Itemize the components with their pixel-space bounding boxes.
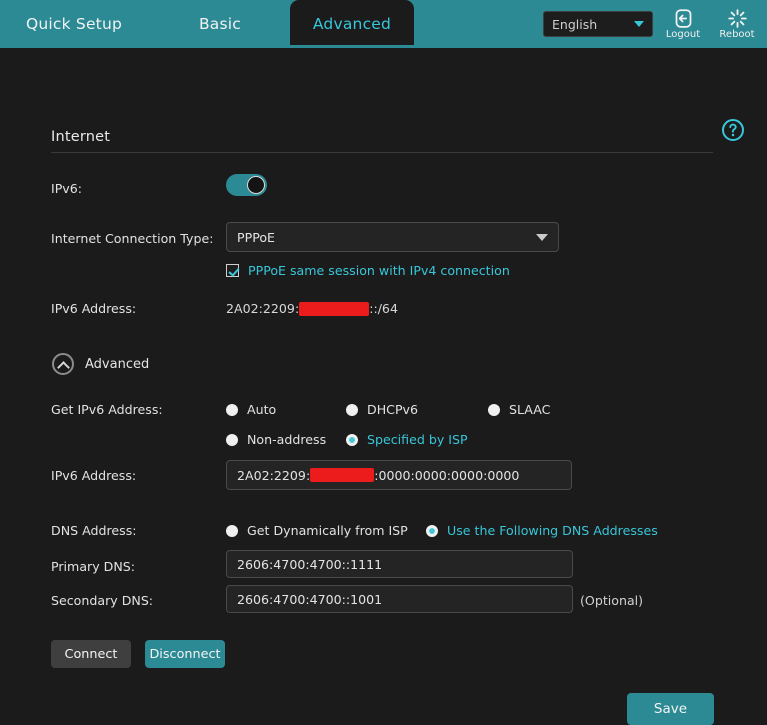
secondary-dns-optional-note: (Optional) [580,593,644,608]
reboot-icon [727,8,748,29]
reboot-label: Reboot [719,29,755,40]
ipv6-input-suffix: :0000:0000:0000:0000 [374,467,520,483]
primary-dns-value: 2606:4700:4700::1111 [237,556,383,572]
chevron-down-icon [634,21,644,27]
save-button[interactable]: Save [627,693,714,725]
connection-type-value: PPPoE [237,229,275,245]
chevron-down-icon [536,233,548,241]
primary-dns-input[interactable]: 2606:4700:4700::1111 [226,550,573,578]
connect-button[interactable]: Connect [51,640,131,668]
radio-dns-manual-label: Use the Following DNS Addresses [447,523,658,538]
radio-dns-dynamic[interactable]: Get Dynamically from ISP [226,523,408,538]
radio-icon [226,433,238,446]
radio-specified-by-isp[interactable]: Specified by ISP [346,432,468,447]
ipv6-address-display-label: IPv6 Address: [51,301,137,316]
tab-quick-setup-label: Quick Setup [25,15,123,33]
content-area: Internet IPv6: Internet Connection Type:… [0,48,767,725]
checkbox-icon [226,264,239,277]
radio-dhcpv6-label: DHCPv6 [367,402,419,417]
top-bar-actions: English Logout Reboot [543,0,767,48]
radio-icon [226,403,238,416]
reboot-button[interactable]: Reboot [713,0,761,48]
advanced-section-label: Advanced [85,356,150,372]
tab-advanced-label: Advanced [312,15,392,33]
radio-dhcpv6[interactable]: DHCPv6 [346,402,418,417]
radio-icon [346,403,358,416]
radio-non-address-label: Non-address [247,432,327,447]
logout-button[interactable]: Logout [659,0,707,48]
tab-basic[interactable]: Basic [170,0,270,48]
ipv6-address-suffix: ::/64 [369,301,398,316]
primary-dns-label: Primary DNS: [51,559,136,574]
radio-dns-manual[interactable]: Use the Following DNS Addresses [426,523,658,538]
radio-specified-by-isp-label: Specified by ISP [367,432,468,447]
radio-icon-selected [346,433,358,446]
logout-label: Logout [665,29,701,40]
ipv6-address-input-label: IPv6 Address: [51,468,137,483]
ipv6-enable-label: IPv6: [51,181,83,196]
radio-dns-dynamic-label: Get Dynamically from ISP [247,523,408,538]
disconnect-button-label: Disconnect [149,646,221,662]
radio-icon-selected [426,524,438,537]
save-button-label: Save [653,701,688,717]
ipv6-enable-toggle[interactable] [226,174,267,196]
connect-button-label: Connect [64,646,118,662]
ipv6-address-display-value: 2A02:2209:::/64 [226,301,398,316]
pppoe-same-session-checkbox[interactable]: PPPoE same session with IPv4 connection [226,263,510,278]
help-circle-icon [721,119,745,146]
toggle-knob [247,176,265,194]
disconnect-button[interactable]: Disconnect [145,640,225,668]
tab-advanced[interactable]: Advanced [290,0,414,48]
radio-slaac-label: SLAAC [509,402,551,417]
radio-slaac[interactable]: SLAAC [488,402,550,417]
secondary-dns-input[interactable]: 2606:4700:4700::1001 [226,585,573,613]
chevron-up-circle-icon [52,353,74,375]
secondary-dns-value: 2606:4700:4700::1001 [237,591,383,607]
secondary-dns-label: Secondary DNS: [51,593,154,608]
radio-icon [226,524,238,537]
ipv6-address-input[interactable]: 2A02:2209: :0000:0000:0000:0000 [226,460,572,490]
help-button[interactable] [721,118,745,142]
nav-tabs: Quick Setup Basic Advanced [0,0,414,48]
connection-type-select[interactable]: PPPoE [226,222,559,252]
logout-icon [673,8,694,29]
get-ipv6-address-label: Get IPv6 Address: [51,402,163,417]
redaction-bar [299,301,370,316]
radio-icon [488,403,500,416]
redaction-bar [310,468,375,482]
tab-quick-setup[interactable]: Quick Setup [10,0,138,48]
ipv6-input-prefix: 2A02:2209: [237,467,311,483]
page-title: Internet [51,129,111,145]
dns-address-label: DNS Address: [51,523,137,538]
tab-basic-label: Basic [198,15,242,33]
language-select-value: English [552,16,598,32]
radio-non-address[interactable]: Non-address [226,432,326,447]
radio-auto[interactable]: Auto [226,402,276,417]
section-divider [51,152,713,153]
advanced-section-toggle[interactable]: Advanced [52,353,149,375]
ipv6-address-prefix: 2A02:2209: [226,301,300,316]
top-navigation-bar: Quick Setup Basic Advanced English Logou… [0,0,767,48]
connection-type-label: Internet Connection Type: [51,231,214,246]
language-select[interactable]: English [543,11,653,37]
radio-auto-label: Auto [247,402,277,417]
pppoe-same-session-label: PPPoE same session with IPv4 connection [248,263,510,278]
